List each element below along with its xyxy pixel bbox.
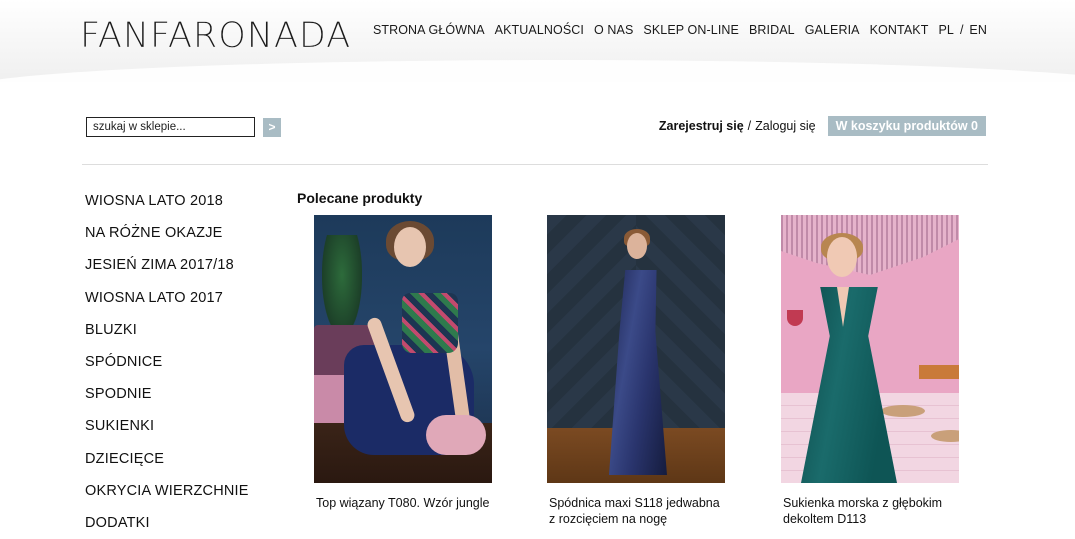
category-sidebar: WIOSNA LATO 2018 NA RÓŻNE OKAZJE JESIEŃ … (85, 192, 249, 539)
shop-search: > (86, 117, 281, 137)
site-logo[interactable]: FANFARONADA (80, 16, 351, 56)
lang-separator: / (959, 23, 964, 37)
sidebar-item-trousers[interactable]: SPODNIE (85, 385, 249, 417)
search-input[interactable] (86, 117, 255, 137)
account-separator: / (747, 119, 752, 133)
language-switcher: PL / EN (938, 23, 987, 37)
register-link[interactable]: Zarejestruj się (659, 119, 744, 133)
top-navigation: STRONA GŁÓWNA AKTUALNOŚCI O NAS SKLEP ON… (373, 23, 987, 37)
product-photo[interactable] (781, 215, 959, 483)
featured-products-title: Polecane produkty (297, 190, 423, 206)
sidebar-item-blouses[interactable]: BLUZKI (85, 321, 249, 353)
cart-button[interactable]: W koszyku produktów 0 (827, 116, 986, 136)
sidebar-item-occasions[interactable]: NA RÓŻNE OKAZJE (85, 224, 249, 256)
header-divider (82, 164, 988, 165)
product-name[interactable]: Spódnica maxi S118 jedwabna z rozcięciem… (547, 495, 725, 527)
nav-shop[interactable]: SKLEP ON-LINE (643, 23, 739, 37)
sidebar-item-aw2017[interactable]: JESIEŃ ZIMA 2017/18 (85, 256, 249, 288)
lang-pl[interactable]: PL (938, 23, 954, 37)
lang-en[interactable]: EN (969, 23, 987, 37)
sidebar-item-skirts[interactable]: SPÓDNICE (85, 353, 249, 385)
sidebar-item-ss2018[interactable]: WIOSNA LATO 2018 (85, 192, 249, 224)
nav-contact[interactable]: KONTAKT (870, 23, 929, 37)
search-submit-button[interactable]: > (263, 117, 281, 137)
product-card[interactable]: Sukienka morska z głębokim dekoltem D113 (781, 215, 959, 527)
sidebar-item-kids[interactable]: DZIECIĘCE (85, 450, 249, 482)
product-card[interactable]: Top wiązany T080. Wzór jungle (314, 215, 492, 511)
sidebar-item-ss2017[interactable]: WIOSNA LATO 2017 (85, 289, 249, 321)
sidebar-item-accessories[interactable]: DODATKI (85, 514, 249, 539)
sidebar-item-outerwear[interactable]: OKRYCIA WIERZCHNIE (85, 482, 249, 514)
site-header: FANFARONADA STRONA GŁÓWNA AKTUALNOŚCI O … (0, 0, 1075, 82)
nav-about[interactable]: O NAS (594, 23, 633, 37)
nav-bridal[interactable]: BRIDAL (749, 23, 795, 37)
product-photo[interactable] (547, 215, 725, 483)
header-swoosh-decoration (0, 60, 1075, 82)
nav-news[interactable]: AKTUALNOŚCI (495, 23, 584, 37)
account-bar: Zarejestruj się / Zaloguj się W koszyku … (659, 116, 986, 136)
sidebar-item-dresses[interactable]: SUKIENKI (85, 417, 249, 449)
product-card[interactable]: Spódnica maxi S118 jedwabna z rozcięciem… (547, 215, 725, 527)
product-photo[interactable] (314, 215, 492, 483)
product-name[interactable]: Sukienka morska z głębokim dekoltem D113 (781, 495, 959, 527)
product-name[interactable]: Top wiązany T080. Wzór jungle (314, 495, 492, 511)
login-link[interactable]: Zaloguj się (755, 119, 815, 133)
nav-gallery[interactable]: GALERIA (805, 23, 860, 37)
nav-home[interactable]: STRONA GŁÓWNA (373, 23, 485, 37)
